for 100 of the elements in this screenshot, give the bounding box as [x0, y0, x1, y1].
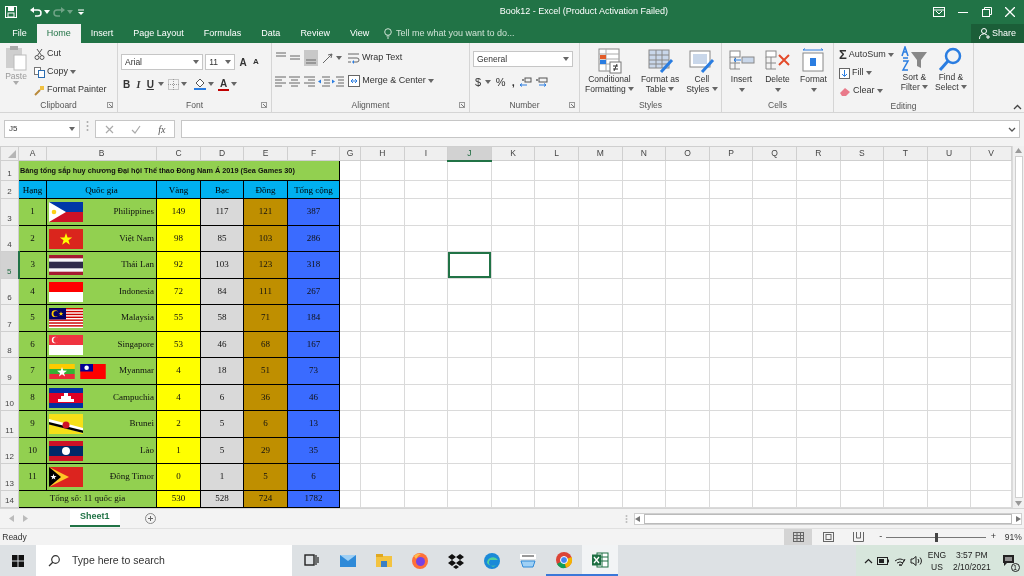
row-header[interactable]: 1 [0, 160, 19, 181]
battery-icon[interactable] [877, 556, 890, 565]
sheet-tab[interactable]: Sheet1 [70, 509, 120, 527]
column-header[interactable]: S [840, 146, 884, 161]
column-header[interactable]: P [709, 146, 753, 161]
font-name-field[interactable]: Arial [121, 54, 203, 70]
dialog-launcher-icon[interactable] [261, 102, 267, 108]
format-painter-button[interactable]: Format Painter [32, 81, 109, 99]
column-header[interactable]: E [243, 146, 288, 161]
scroll-thumb[interactable] [643, 513, 1012, 524]
save-icon[interactable] [4, 6, 17, 18]
font-size-field[interactable]: 11 [205, 54, 236, 70]
style-button[interactable]: Conditional Formatting [583, 48, 636, 99]
zoom-in-button[interactable]: + [988, 528, 998, 546]
chevron-up-icon[interactable] [863, 557, 873, 564]
cell-cursor[interactable] [447, 251, 492, 279]
share-button[interactable]: Share [970, 24, 1024, 43]
name-box[interactable]: J5 [4, 120, 80, 138]
search-field[interactable]: Tell me what you want to do... [394, 26, 564, 41]
comma-button[interactable]: , [509, 73, 517, 91]
zoom-thumb[interactable] [935, 532, 939, 542]
collapse-ribbon-icon[interactable] [1012, 103, 1022, 110]
row-header[interactable]: 10 [0, 384, 19, 411]
style-button[interactable]: Format as Table [638, 48, 682, 99]
close-icon[interactable] [1005, 7, 1015, 17]
row-header[interactable]: 7 [0, 304, 19, 332]
new-sheet-icon[interactable] [144, 513, 156, 524]
ribbon-tab[interactable]: Review [290, 24, 340, 43]
scroll-down-icon[interactable] [1015, 501, 1022, 506]
expand-formula-icon[interactable] [1008, 126, 1016, 132]
redo-icon[interactable] [52, 6, 65, 18]
column-header[interactable]: N [622, 146, 666, 161]
column-header[interactable]: B [46, 146, 157, 161]
shrink-font-button[interactable]: A [251, 53, 261, 71]
ribbon-tab[interactable]: Formulas [193, 24, 252, 43]
scroll-left-icon[interactable] [634, 515, 640, 522]
customize-toolbar-icon[interactable] [77, 8, 86, 16]
row-header[interactable]: 13 [0, 463, 19, 491]
row-header[interactable]: 6 [0, 278, 19, 305]
increase-decimal-icon[interactable] [518, 76, 533, 88]
ribbon-tab[interactable]: File [2, 24, 37, 43]
ribbon-tab[interactable]: Home [36, 24, 81, 43]
column-header[interactable]: U [927, 146, 971, 161]
search-bar[interactable]: Type here to search [36, 545, 292, 576]
increase-indent-icon[interactable] [332, 75, 344, 87]
column-header[interactable]: F [287, 146, 340, 161]
underline-button[interactable]: U [144, 75, 156, 93]
fill-button[interactable]: Fill [837, 64, 896, 82]
scroll-thumb[interactable] [1014, 156, 1023, 498]
ribbon-tab[interactable]: Data [251, 24, 291, 43]
column-header[interactable]: L [534, 146, 579, 161]
row-header[interactable]: 3 [0, 198, 19, 226]
cells-button[interactable]: Delete [762, 48, 793, 99]
clear-button[interactable]: Clear [837, 82, 896, 100]
font-color-button[interactable]: A [217, 77, 230, 91]
scroll-up-icon[interactable] [1015, 148, 1022, 153]
row-header[interactable]: 11 [0, 410, 19, 438]
style-button[interactable]: Cell Styles [684, 48, 720, 99]
column-header[interactable]: Q [752, 146, 797, 161]
cancel-icon[interactable] [104, 124, 114, 134]
decrease-indent-icon[interactable] [317, 75, 330, 87]
merge-center-button[interactable]: Merge & Center [346, 72, 436, 90]
speaker-icon[interactable] [910, 555, 924, 566]
dialog-launcher-icon[interactable] [459, 102, 465, 108]
scroll-right-icon[interactable] [1015, 515, 1021, 522]
dialog-launcher-icon[interactable] [569, 102, 575, 108]
cells-button[interactable]: Format [798, 48, 829, 99]
column-header[interactable]: A [18, 146, 47, 161]
ribbon-tab[interactable]: Insert [80, 24, 124, 43]
restore-icon[interactable] [981, 7, 992, 17]
column-header[interactable]: D [200, 146, 244, 161]
column-header[interactable]: C [156, 146, 201, 161]
currency-button[interactable]: $ [473, 73, 484, 91]
editing-button[interactable]: Sort & Filter [898, 46, 930, 100]
ribbon-tab[interactable]: View [339, 24, 380, 43]
editing-button[interactable]: Find & Select [933, 46, 969, 100]
cut-button[interactable]: Cut [32, 45, 109, 63]
decrease-decimal-icon[interactable] [535, 76, 550, 88]
align-right-icon[interactable] [303, 75, 316, 87]
column-header[interactable]: G [339, 146, 361, 161]
column-header[interactable]: M [578, 146, 623, 161]
column-header[interactable]: K [491, 146, 535, 161]
row-header[interactable]: 12 [0, 437, 19, 464]
wrap-text-button[interactable]: Wrap Text [346, 49, 405, 67]
column-header[interactable]: V [970, 146, 1012, 161]
row-header[interactable]: 9 [0, 357, 19, 385]
column-header[interactable]: H [360, 146, 405, 161]
column-header[interactable]: J [447, 146, 492, 161]
formula-input[interactable] [181, 120, 1020, 138]
column-header[interactable]: I [404, 146, 448, 161]
taskbar-app[interactable] [582, 545, 619, 576]
align-left-icon[interactable] [275, 75, 287, 87]
align-bottom-icon[interactable] [303, 50, 318, 66]
cells-button[interactable]: Insert [726, 48, 757, 99]
copy-button[interactable]: Copy [32, 63, 109, 81]
bold-button[interactable]: B [121, 75, 133, 93]
row-header[interactable]: 4 [0, 225, 19, 252]
language-indicator[interactable]: ENG US [927, 548, 947, 573]
percent-button[interactable]: % [493, 73, 508, 91]
view-button[interactable] [784, 529, 813, 545]
